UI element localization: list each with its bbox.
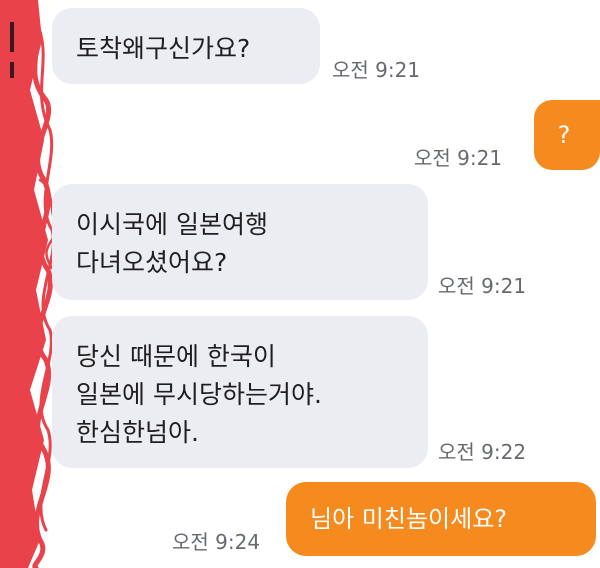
message-bubble-outgoing: ? [534, 100, 600, 170]
message-timestamp: 오전 9:24 [172, 530, 261, 554]
chat-thread: 토착왜구신가요? 오전 9:21 ? 오전 9:21 이시국에 일본여행 다녀오… [0, 0, 600, 568]
censor-scribble [0, 0, 60, 568]
message-timestamp: 오전 9:21 [332, 58, 421, 82]
message-bubble-incoming: 이시국에 일본여행 다녀오셨어요? [52, 184, 428, 300]
message-bubble-outgoing: 님아 미친놈이세요? [286, 482, 596, 556]
message-bubble-incoming: 당신 때문에 한국이 일본에 무시당하는거야. 한심한넘아. [52, 316, 428, 468]
message-timestamp: 오전 9:21 [414, 146, 503, 170]
message-timestamp: 오전 9:22 [438, 440, 527, 464]
message-bubble-incoming: 토착왜구신가요? [52, 8, 320, 84]
message-timestamp: 오전 9:21 [438, 274, 527, 298]
